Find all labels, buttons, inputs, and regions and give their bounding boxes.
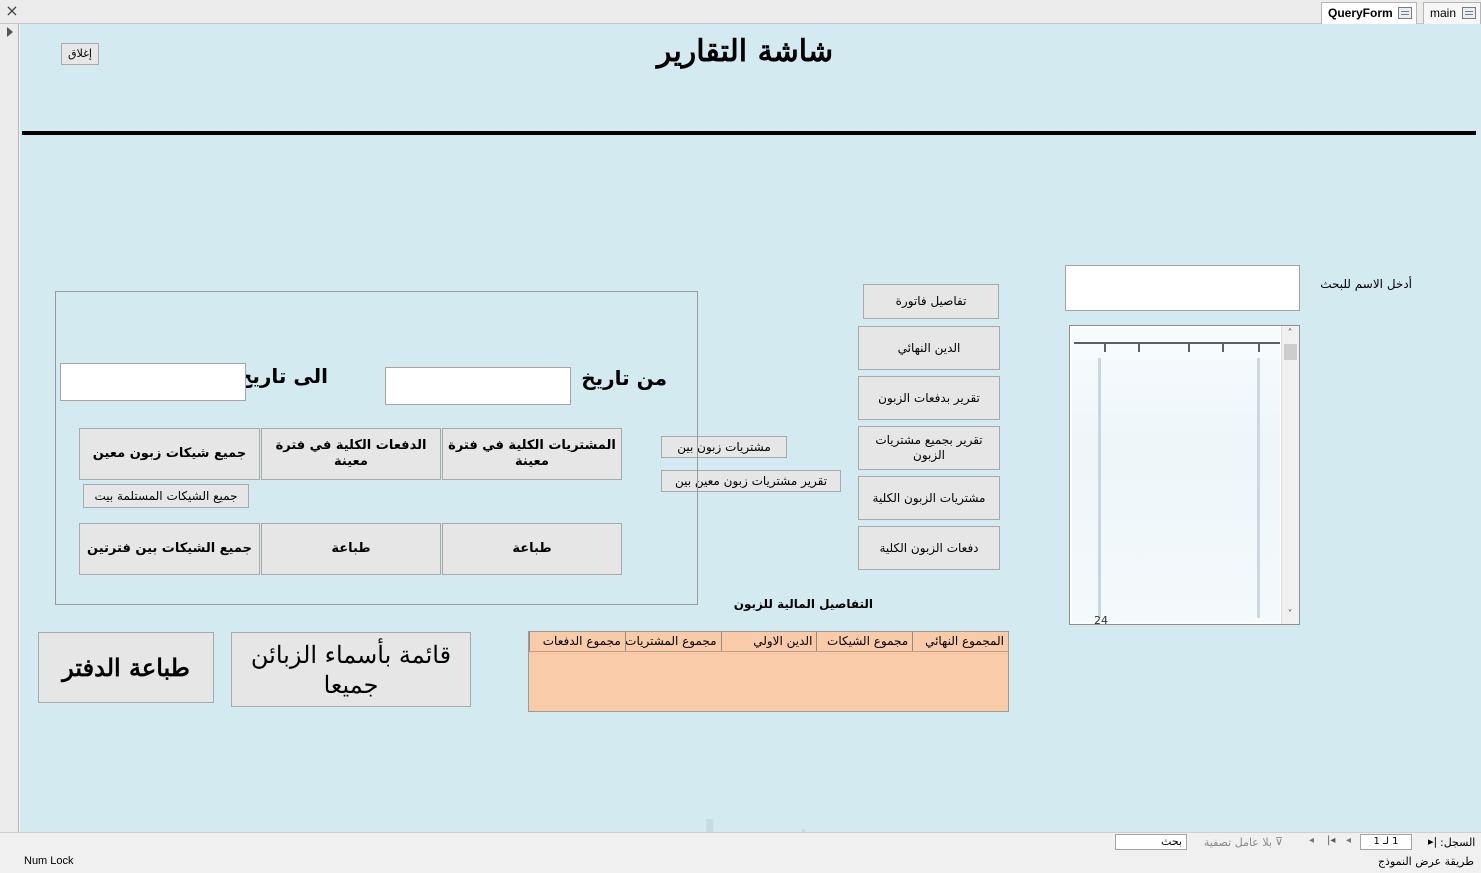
num-lock-indicator: Num Lock xyxy=(24,855,74,867)
filter-icon[interactable]: ⊽ xyxy=(1275,835,1283,848)
customer-financial-summary: المجموع النهائي مجموع الشيكات الدين الاو… xyxy=(528,631,1009,712)
summary-header-row: المجموع النهائي مجموع الشيكات الدين الاو… xyxy=(529,632,1008,652)
listbox-scrollbar[interactable]: ˄ ˅ xyxy=(1281,326,1299,624)
list-tick xyxy=(1104,344,1106,352)
list-item-text: 24 xyxy=(1094,614,1108,625)
last-record-icon[interactable]: |◂ xyxy=(1327,835,1335,846)
page-title: شاشة التقارير xyxy=(656,34,834,69)
summary-header-payments-total: مجموع الدفعات xyxy=(529,632,625,651)
list-column-line xyxy=(1098,358,1101,618)
list-tick xyxy=(1188,344,1190,352)
record-label: السجل: xyxy=(1440,836,1476,849)
tab-main-label: main xyxy=(1430,6,1457,20)
customer-listbox[interactable]: 24 ˄ ˅ xyxy=(1069,325,1300,625)
tab-main[interactable]: main xyxy=(1423,2,1481,24)
customer-payments-report-button[interactable]: تقرير بدفعات الزبون xyxy=(858,376,1000,420)
record-number-field[interactable]: 1 لـ 1 xyxy=(1360,834,1412,850)
invoice-details-button[interactable]: تفاصيل فاتورة xyxy=(863,284,999,319)
all-customers-list-button[interactable]: قائمة بأسماء الزبائن جميعا xyxy=(231,632,471,707)
record-pointer-icon xyxy=(7,27,13,37)
close-button[interactable]: إغلاق xyxy=(61,43,99,65)
print-ledger-button[interactable]: طباعة الدفتر xyxy=(38,632,214,703)
view-mode-label: طريقة عرض النموذج xyxy=(1377,855,1474,868)
scroll-thumb[interactable] xyxy=(1284,344,1297,360)
summary-header-cheques-total: مجموع الشيكات xyxy=(816,632,912,651)
summary-header-purchases-total: مجموع المشتريات xyxy=(624,632,721,651)
search-input[interactable] xyxy=(1065,265,1300,311)
list-content: 24 xyxy=(1072,328,1280,625)
document-tab-bar: × QueryForm main xyxy=(0,0,1481,24)
form-icon xyxy=(1398,7,1412,19)
from-date-input[interactable] xyxy=(385,367,571,405)
customer-total-payments-button[interactable]: دفعات الزبون الكلية xyxy=(858,526,1000,570)
form-icon xyxy=(1462,7,1476,19)
list-tick xyxy=(1138,344,1140,352)
from-date-label: من تاريخ xyxy=(581,366,667,390)
customer-cheques-button[interactable]: جميع شيكات زبون معين xyxy=(79,428,260,480)
list-tick xyxy=(1222,344,1224,352)
search-label: أدخل الاسم للبحث xyxy=(1320,277,1412,291)
record-selector[interactable] xyxy=(0,24,19,832)
previous-record-icon[interactable]: ◂ xyxy=(1346,835,1351,846)
tab-queryform[interactable]: QueryForm xyxy=(1321,2,1417,24)
cheques-between-periods-button[interactable]: جميع الشيكات بين فترتين xyxy=(79,523,260,575)
to-date-label: الى تاريخ xyxy=(237,364,328,388)
period-total-payments-button[interactable]: الدفعات الكلية في فترة معينة xyxy=(261,428,441,480)
customer-all-purchases-report-button[interactable]: تقرير بجميع مشتريات الزبون xyxy=(858,426,1000,470)
tab-queryform-label: QueryForm xyxy=(1328,6,1393,20)
summary-header-initial-debt: الدين الاولي xyxy=(720,632,817,651)
scroll-up-icon[interactable]: ˄ xyxy=(1285,329,1295,339)
final-debt-button[interactable]: الدين النهائي xyxy=(858,326,1000,370)
received-cheques-button[interactable]: جميع الشيكات المستلمة بيت xyxy=(83,484,249,508)
customer-total-purchases-button[interactable]: مشتريات الزبون الكلية xyxy=(858,476,1000,520)
summary-header-final-total: المجموع النهائي xyxy=(912,632,1008,651)
list-tick xyxy=(1258,344,1260,352)
to-date-input[interactable] xyxy=(60,363,246,401)
record-navigation-bar: السجل: ▸| 1 لـ 1 ◂ |◂ ◂ ⊽ بلا عامل تصفية… xyxy=(0,832,1481,852)
status-bar: طريقة عرض النموذج Num Lock xyxy=(0,852,1481,873)
first-record-icon[interactable]: ▸| xyxy=(1428,835,1437,848)
print-button-2[interactable]: طباعة xyxy=(261,523,441,575)
scroll-down-icon[interactable]: ˅ xyxy=(1285,610,1295,620)
title-divider xyxy=(22,131,1476,135)
new-record-icon[interactable]: ◂ xyxy=(1309,835,1314,846)
summary-title: التفاصيل المالية للزبون xyxy=(733,597,873,611)
filter-status[interactable]: بلا عامل تصفية xyxy=(1192,836,1272,849)
close-document-icon[interactable]: × xyxy=(4,2,20,20)
list-column-line xyxy=(1257,358,1260,618)
period-total-purchases-button[interactable]: المشتريات الكلية في فترة معينة xyxy=(442,428,622,480)
print-button-1[interactable]: طباعة xyxy=(442,523,622,575)
navigation-search-input[interactable]: بحث xyxy=(1115,834,1187,850)
